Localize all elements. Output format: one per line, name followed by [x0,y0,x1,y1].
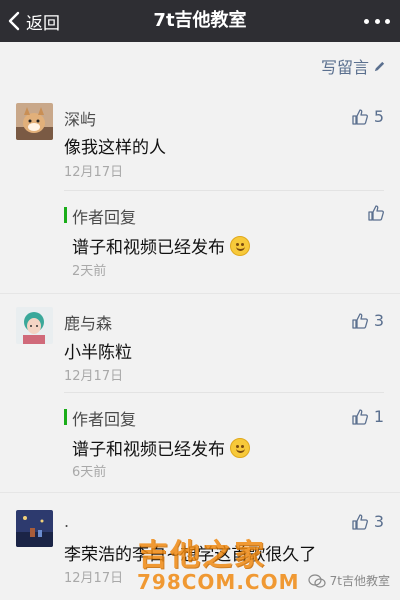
like-button[interactable]: 5 [352,107,384,126]
navigation-bar: 返回 7t吉他教室 [0,0,400,42]
comment-date: 12月17日 [64,571,124,586]
avatar[interactable] [16,103,53,140]
reply-author: 作者回复 [72,208,137,227]
author-reply: 作者回复 谱子和视频已经发布 6天前 1 [64,392,384,484]
like-button[interactable]: 3 [352,512,384,531]
like-count: 3 [373,311,384,330]
reply-date: 6天前 [72,465,107,480]
reply-like-button[interactable] [368,205,384,221]
comment-nickname: 鹿与森 [64,314,113,333]
site-watermark: 吉他之家 [138,538,266,573]
divider [0,492,400,493]
avatar[interactable] [16,307,53,344]
thumbs-up-icon [352,513,368,530]
reply-text: 谱子和视频已经发布 [72,440,225,460]
reply-marker [64,409,67,425]
account-watermark: 7t吉他教室 [308,572,390,589]
reply-author: 作者回复 [72,410,137,429]
thumbs-up-icon [352,312,368,329]
thumbs-up-icon [368,205,384,221]
comment-nickname: 深屿 [64,110,97,129]
comment-date: 12月17日 [64,165,124,180]
account-watermark-label: 7t吉他教室 [329,574,390,588]
author-reply: 作者回复 谱子和视频已经发布 2天前 [64,190,384,282]
page-title: 7t吉他教室 [153,10,247,31]
like-count: 3 [373,512,384,531]
comment-date: 12月17日 [64,369,124,384]
write-comment-button[interactable]: 写留言 [321,54,386,78]
like-button[interactable]: 3 [352,311,384,330]
site-watermark-url: 798COM.COM [137,570,300,594]
comment-nickname: . [64,512,70,531]
back-label: 返回 [26,13,60,34]
reply-date: 2天前 [72,264,107,279]
thumbs-up-icon [352,408,368,425]
reply-text-row: 谱子和视频已经发布 [72,435,250,460]
reply-marker [64,207,67,223]
divider [0,293,400,294]
write-comment-label: 写留言 [320,58,369,77]
back-button[interactable]: 返回 [8,0,60,42]
pencil-icon [374,61,385,71]
like-count: 1 [373,407,384,426]
more-options-icon[interactable] [364,13,390,29]
thumbs-up-icon [352,108,368,125]
smile-emoji-icon [230,235,250,256]
wechat-icon [308,573,326,588]
reply-like-button[interactable]: 1 [352,407,384,426]
smile-emoji-icon [230,437,250,458]
like-count: 5 [373,107,384,126]
chevron-left-icon [8,11,20,31]
avatar[interactable] [16,510,53,547]
reply-text-row: 谱子和视频已经发布 [72,233,250,258]
comment-text: 小半陈粒 [64,343,132,363]
comment-text: 像我这样的人 [64,138,166,158]
reply-text: 谱子和视频已经发布 [72,238,225,258]
